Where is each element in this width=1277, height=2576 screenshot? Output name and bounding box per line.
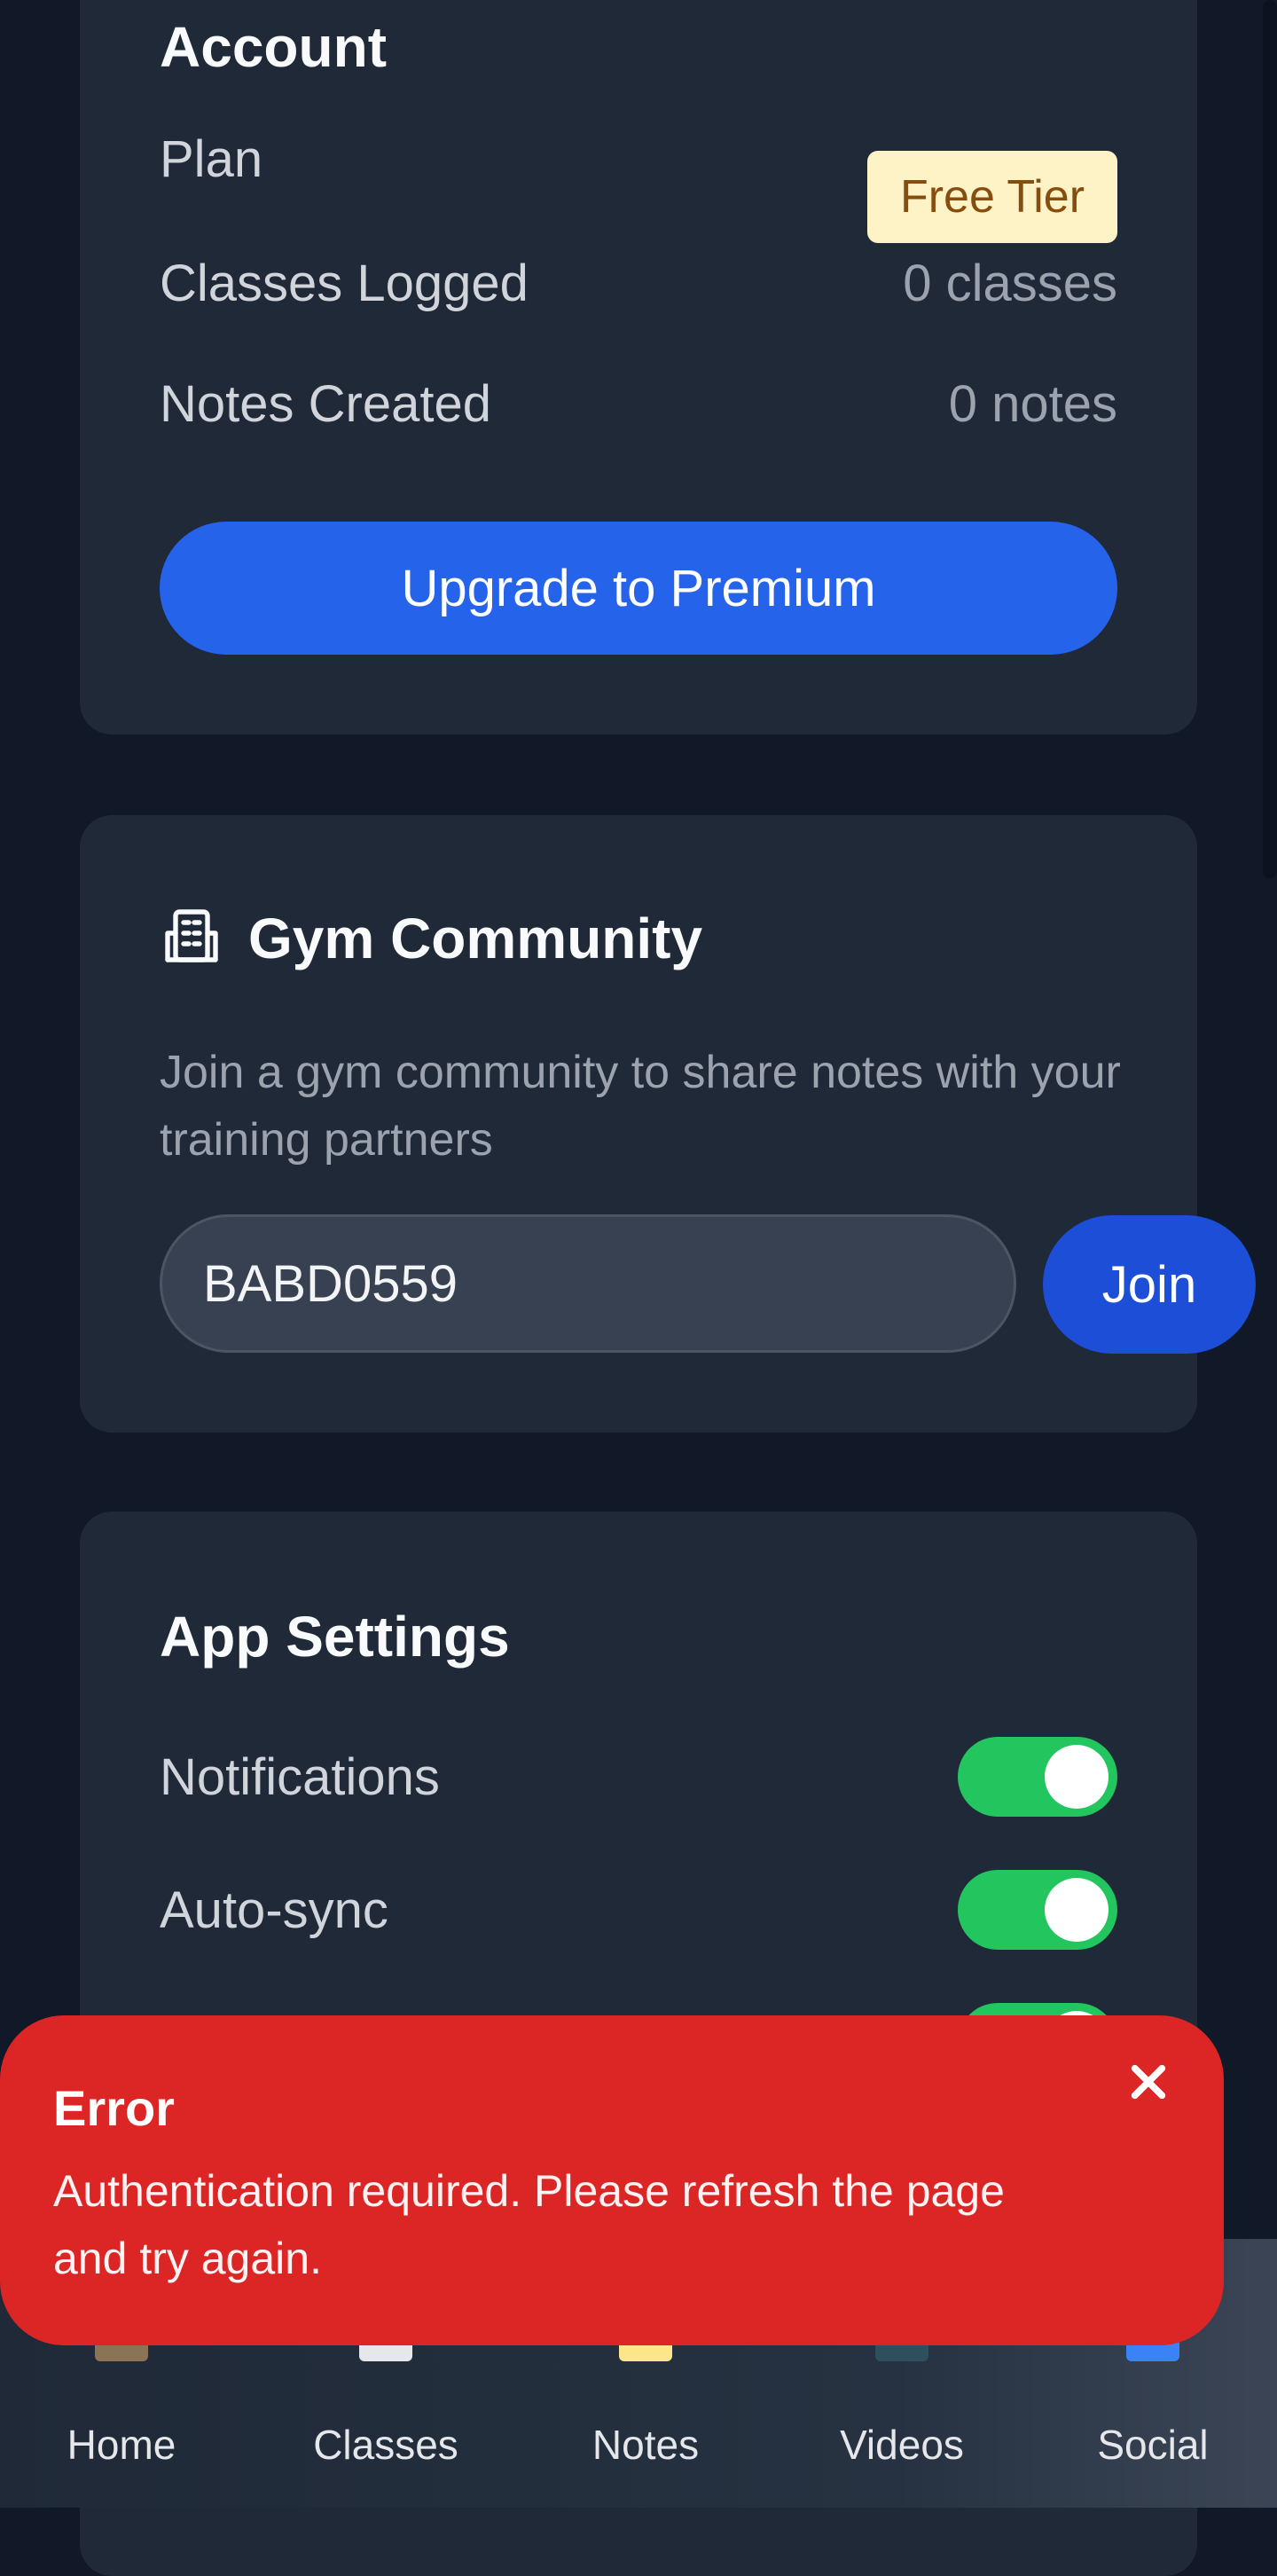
plan-label: Plan [160, 130, 263, 188]
page-scrollbar[interactable] [1263, 0, 1277, 878]
toggle-knob [1045, 1745, 1109, 1809]
classes-logged-value: 0 classes [903, 255, 1117, 312]
plan-badge: Free Tier [867, 151, 1117, 243]
gym-code-input[interactable]: BABD0559 [160, 1214, 1016, 1353]
building-icon [160, 904, 223, 972]
notes-created-label: Notes Created [160, 375, 491, 433]
nav-label-home: Home [67, 2422, 176, 2468]
close-icon[interactable] [1117, 2051, 1179, 2113]
account-card: Account Plan Free Tier Classes Logged 0 … [80, 0, 1197, 734]
toggle-knob [1045, 1878, 1109, 1942]
nav-label-classes: Classes [313, 2422, 458, 2468]
app-settings-title: App Settings [160, 1605, 510, 1669]
notes-created-value: 0 notes [948, 375, 1117, 433]
gym-community-header: Gym Community [160, 904, 702, 972]
notifications-toggle[interactable] [958, 1737, 1117, 1817]
join-gym-button[interactable]: Join [1043, 1215, 1256, 1354]
error-toast-title: Error [53, 2080, 175, 2136]
notifications-label: Notifications [160, 1748, 440, 1806]
autosync-label: Auto-sync [160, 1881, 388, 1939]
gym-community-title: Gym Community [248, 906, 703, 970]
upgrade-premium-button[interactable]: Upgrade to Premium [160, 522, 1117, 655]
account-title: Account [160, 15, 387, 79]
nav-label-social: Social [1097, 2422, 1209, 2468]
nav-label-notes: Notes [591, 2422, 700, 2468]
classes-logged-label: Classes Logged [160, 255, 529, 312]
gym-community-card: Gym Community Join a gym community to sh… [80, 815, 1197, 1433]
error-toast-message: Authentication required. Please refresh … [53, 2166, 1005, 2283]
nav-label-videos: Videos [840, 2422, 964, 2468]
autosync-toggle[interactable] [958, 1870, 1117, 1950]
gym-community-description: Join a gym community to share notes with… [160, 1047, 1121, 1166]
error-toast: Error Authentication required. Please re… [0, 2015, 1224, 2345]
